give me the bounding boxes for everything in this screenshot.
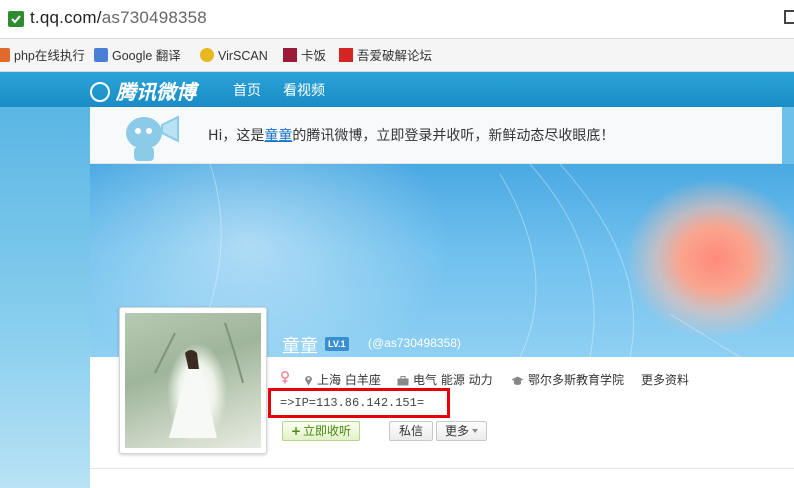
bookmark-php[interactable]: php在线执行: [0, 47, 85, 65]
bookmarks-bar: php在线执行 Google 翻译 VirSCAN 卡饭 吾爱破解论坛: [0, 39, 794, 72]
briefcase-icon: [397, 376, 409, 386]
school-info: 鄂尔多斯教育学院: [511, 371, 624, 388]
bookmark-google-translate[interactable]: Google 翻译: [94, 47, 181, 65]
address-bar[interactable]: t.qq.com/as730498358: [0, 0, 794, 39]
virscan-icon: [200, 48, 214, 62]
bookmark-52pojie[interactable]: 吾爱破解论坛: [339, 47, 432, 65]
welcome-banner: Hi，这是童童的腾讯微博，立即登录并收听，新鲜动态尽收眼底！: [90, 107, 782, 164]
follow-button[interactable]: + 立即收听: [282, 421, 360, 441]
site-header: 腾讯微博 首页 看视频: [0, 72, 794, 107]
welcome-text: Hi，这是童童的腾讯微博，立即登录并收听，新鲜动态尽收眼底！: [208, 128, 615, 144]
secure-check-icon: [8, 11, 24, 27]
nav-home[interactable]: 首页: [233, 80, 261, 100]
url-text[interactable]: t.qq.com/as730498358: [30, 8, 207, 28]
52pojie-icon: [339, 48, 353, 62]
profile-name: 童童: [282, 336, 318, 357]
more-info-link[interactable]: 更多资料: [641, 371, 689, 388]
weibo-logo[interactable]: 腾讯微博: [90, 76, 196, 104]
profile-handle: (@as730498358): [368, 336, 461, 350]
page-icon[interactable]: [784, 10, 794, 24]
kafan-icon: [283, 48, 297, 62]
location-info: 上海 白羊座: [304, 371, 381, 388]
php-icon: [0, 48, 10, 62]
chevron-down-icon: [472, 429, 478, 433]
bookmark-kafan[interactable]: 卡饭: [283, 47, 326, 65]
female-icon: [280, 371, 294, 385]
job-info: 电气 能源 动力: [397, 371, 493, 388]
red-highlight-box: [268, 388, 450, 418]
welcome-user-link[interactable]: 童童: [264, 128, 292, 144]
avatar[interactable]: [119, 307, 267, 454]
weibo-logo-icon: [90, 82, 110, 102]
more-button[interactable]: 更多: [436, 421, 487, 441]
mascot-icon: [126, 115, 179, 161]
message-button[interactable]: 私信: [389, 421, 433, 441]
location-pin-icon: [305, 376, 312, 386]
translate-icon: [94, 48, 108, 62]
nav-video[interactable]: 看视频: [283, 80, 325, 100]
level-badge[interactable]: LV.1: [325, 337, 349, 351]
plus-icon: +: [290, 424, 302, 438]
bookmark-virscan[interactable]: VirSCAN: [200, 47, 268, 65]
avatar-image: [125, 313, 261, 448]
graduation-cap-icon: [511, 376, 524, 385]
divider: [90, 468, 794, 469]
page-background-left: [0, 107, 90, 488]
